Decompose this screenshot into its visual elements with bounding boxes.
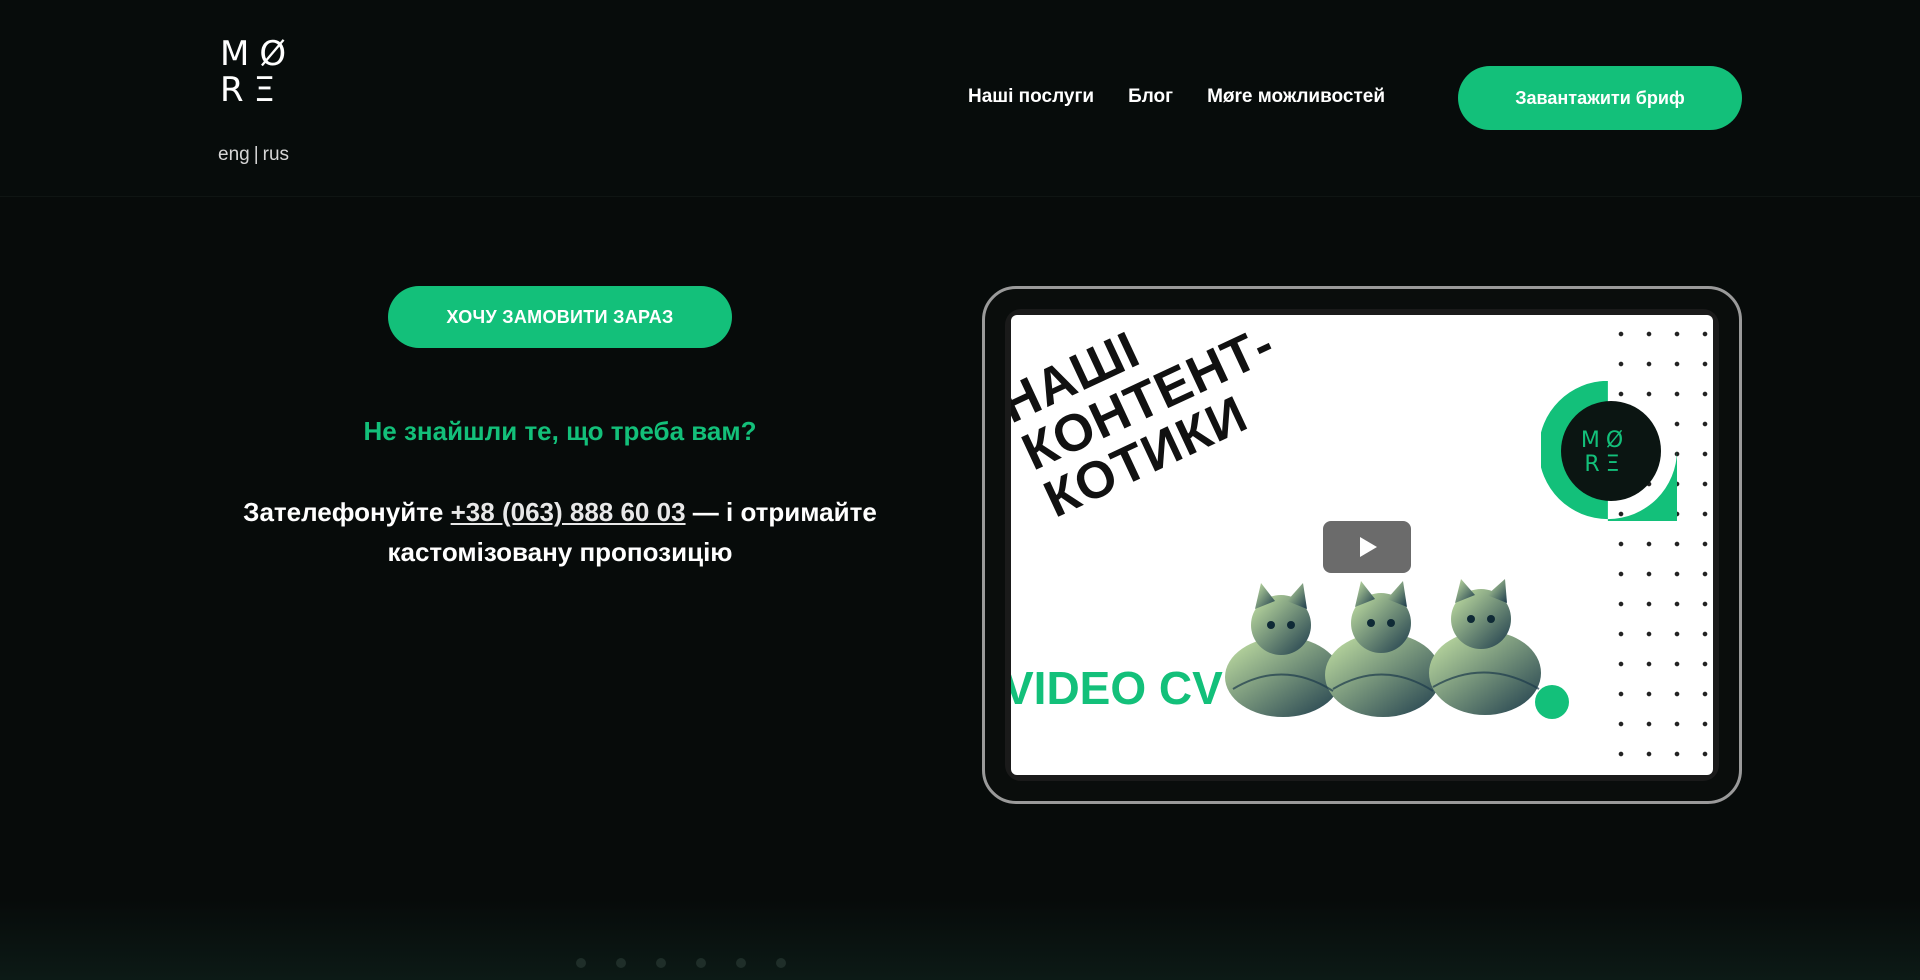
pin-logo-row-2: RΞ bbox=[1584, 452, 1626, 477]
tablet-bezel: НАШІ КОНТЕНТ- КОТИКИ VIDEO CV MØ RΞ bbox=[1005, 309, 1719, 781]
site-header: MØ RΞ eng | rus Наші послуги Блог Møre мож… bbox=[0, 0, 1920, 197]
not-found-heading: Не знайшли те, що треба вам? bbox=[363, 416, 757, 446]
main-nav: Наші послуги Блог Møre можливостей bbox=[968, 86, 1385, 108]
bottom-dot bbox=[656, 958, 666, 968]
bottom-dot bbox=[576, 958, 586, 968]
lang-separator: | bbox=[253, 144, 259, 165]
nav-services-link[interactable]: Наші послуги bbox=[968, 86, 1094, 108]
bottom-dot bbox=[696, 958, 706, 968]
bottom-dot bbox=[736, 958, 746, 968]
green-dot-decoration bbox=[1535, 685, 1569, 719]
order-now-button[interactable]: ХОЧУ ЗАМОВИТИ ЗАРАЗ bbox=[388, 286, 732, 348]
bottom-section-fade bbox=[0, 900, 1920, 980]
bottom-dot bbox=[776, 958, 786, 968]
logo-row-1: MØ bbox=[220, 34, 297, 74]
play-icon bbox=[1360, 537, 1377, 557]
nav-blog-link[interactable]: Блог bbox=[1128, 86, 1173, 108]
download-brief-button[interactable]: Завантажити бриф bbox=[1458, 66, 1742, 130]
language-switcher: eng | rus bbox=[218, 144, 289, 166]
bottom-dot bbox=[616, 958, 626, 968]
landing-page: MØ RΞ eng | rus Наші послуги Блог Møre мож… bbox=[0, 0, 1920, 980]
bottom-dot-row bbox=[576, 958, 786, 968]
call-to-action-text: Зателефонуйте +38 (063) 888 60 03 — і от… bbox=[200, 492, 920, 572]
lang-eng-link[interactable]: eng bbox=[218, 144, 250, 165]
logo-row-2: RΞ bbox=[220, 70, 286, 110]
nav-more-opportunities-link[interactable]: Møre можливостей bbox=[1207, 86, 1385, 108]
kittens-image bbox=[1225, 579, 1541, 717]
video-headline: НАШІ КОНТЕНТ- КОТИКИ bbox=[1011, 315, 1304, 529]
pin-logo-row-1: MØ bbox=[1580, 428, 1630, 453]
call-prefix: Зателефонуйте bbox=[243, 497, 444, 527]
pin-logo-text: MØ RΞ bbox=[1575, 429, 1635, 477]
lang-rus-link[interactable]: rus bbox=[263, 144, 289, 165]
video-cv-label: VIDEO CV bbox=[1011, 662, 1223, 714]
play-button[interactable] bbox=[1323, 521, 1411, 573]
tablet-video-mockup: НАШІ КОНТЕНТ- КОТИКИ VIDEO CV MØ RΞ bbox=[982, 286, 1742, 804]
site-logo[interactable]: MØ RΞ bbox=[220, 36, 300, 110]
video-screen[interactable]: НАШІ КОНТЕНТ- КОТИКИ VIDEO CV MØ RΞ bbox=[1011, 315, 1713, 775]
phone-link[interactable]: +38 (063) 888 60 03 bbox=[451, 497, 686, 527]
